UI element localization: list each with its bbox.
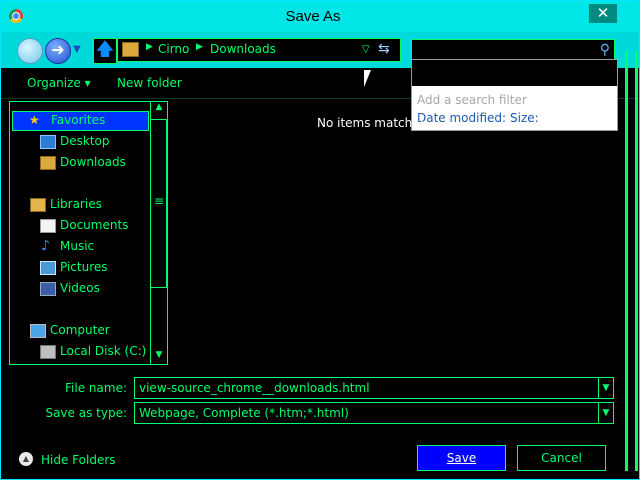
new-folder-button[interactable]: New folder [117,76,182,90]
sidebar-item-favorites[interactable]: ★ Favorites [12,111,149,131]
sidebar-item-pictures[interactable]: Pictures [60,260,108,274]
sidebar-item-computer[interactable]: Computer [50,323,110,337]
filter-size-link[interactable]: Size: [510,111,539,125]
breadcrumb-separator-icon[interactable]: ▶ [146,42,153,52]
scroll-thumb[interactable]: ≡ [151,119,167,288]
save-type-label: Save as type: [45,406,127,420]
sidebar-scrollbar[interactable]: ▲ ≡ ▼ [150,102,167,364]
refresh-icon[interactable]: ⇆ [378,41,390,57]
title-bar[interactable]: Save As ✕ [1,1,639,32]
window-border-strip [635,51,638,471]
videos-icon [40,282,56,296]
folder-download-icon [122,42,139,57]
file-name-label: File name: [65,381,127,395]
sidebar-item-desktop[interactable]: Desktop [60,134,110,148]
local-disk-icon [40,345,56,359]
chevron-down-icon[interactable]: ▼ [598,378,613,398]
chevron-down-icon[interactable]: ▼ [598,403,613,423]
file-name-value[interactable]: view-source_chrome__downloads.html [139,381,370,395]
search-filter-hint: Add a search filter [417,93,527,107]
back-button[interactable] [17,38,43,64]
window-title: Save As [285,8,341,25]
file-name-field[interactable]: view-source_chrome__downloads.html ▼ [134,377,614,399]
arrow-up-icon: 🡅 [95,39,115,60]
recent-locations-dropdown[interactable]: ▼ [73,44,81,55]
save-type-value[interactable]: Webpage, Complete (*.htm;*.html) [139,406,349,420]
navigation-pane: ★ Favorites Desktop Downloads Libraries … [9,101,168,365]
save-as-dialog: Save As ✕ ➜ ▼ 🡅 ▶ Cirno ▶ Downloads ▽ ⇆ … [0,0,640,480]
breadcrumb-cirno[interactable]: Cirno [158,42,189,56]
search-filter-header [412,60,617,86]
music-icon: ♪ [41,238,50,254]
save-button[interactable]: Save [417,445,506,471]
star-icon: ★ [29,113,40,127]
libraries-icon [30,198,46,212]
sidebar-item-videos[interactable]: Videos [60,281,100,295]
window-border-strip [625,51,628,471]
mouse-cursor [364,70,371,87]
save-type-select[interactable]: Webpage, Complete (*.htm;*.html) ▼ [134,402,614,424]
sidebar-item-downloads[interactable]: Downloads [60,155,126,169]
sidebar-item-music[interactable]: Music [60,239,94,253]
sidebar-item-libraries[interactable]: Libraries [50,197,102,211]
hide-folders-label: Hide Folders [41,453,116,467]
close-button[interactable]: ✕ [589,4,617,23]
breadcrumb-downloads[interactable]: Downloads [210,42,276,56]
forward-button[interactable]: ➜ [45,38,71,64]
computer-icon [30,324,46,338]
empty-results-message: No items match y [317,116,424,130]
arrow-right-icon: ➜ [51,40,65,59]
search-icon[interactable]: ⚲ [600,42,610,58]
address-dropdown-icon[interactable]: ▽ [362,44,370,55]
desktop-icon [40,135,56,149]
up-level-button[interactable]: 🡅 [93,38,117,64]
documents-icon [40,219,56,233]
chevron-up-icon: ▲ [19,452,33,466]
cancel-button[interactable]: Cancel [517,445,606,471]
scroll-up-icon[interactable]: ▲ [151,102,167,116]
breadcrumb-separator-icon[interactable]: ▶ [196,42,203,52]
pictures-icon [40,261,56,275]
search-filter-popup: Add a search filter Date modified: Size: [411,59,618,131]
scroll-down-icon[interactable]: ▼ [151,350,167,364]
sidebar-item-label: Favorites [51,113,106,127]
sidebar-item-local-disk[interactable]: Local Disk (C:) [60,344,146,358]
sidebar-item-documents[interactable]: Documents [60,218,128,232]
filter-date-modified-link[interactable]: Date modified: [417,111,506,125]
address-bar[interactable]: ▶ Cirno ▶ Downloads ▽ ⇆ [117,38,401,62]
organize-button[interactable]: Organize ▾ [27,76,91,90]
grip-icon: ≡ [154,194,165,208]
downloads-folder-icon [40,156,56,170]
